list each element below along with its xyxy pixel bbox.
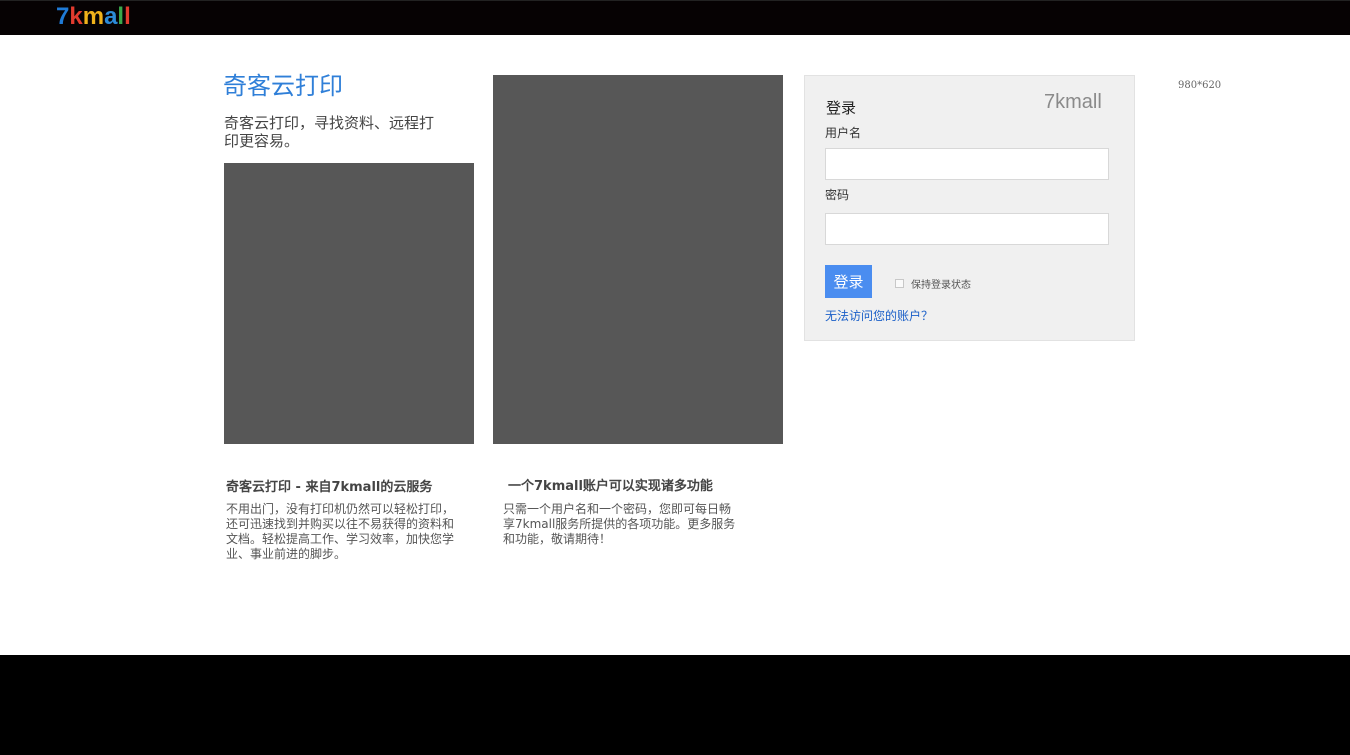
username-input[interactable] <box>825 148 1109 180</box>
password-input[interactable] <box>825 213 1109 245</box>
feature-title: 奇客云打印 - 来自7kmall的云服务 <box>226 480 433 495</box>
logo-char: k <box>69 3 83 30</box>
top-bar: 7kmall <box>0 0 1350 35</box>
logo-char: l <box>117 3 125 30</box>
logo-char: 7 <box>56 3 70 30</box>
feature-description: 只需一个用户名和一个密码，您即可每日畅享7kmall服务所提供的各项功能。更多服… <box>503 502 736 546</box>
size-note: 980*620 <box>1178 80 1222 91</box>
logo-char: l <box>124 3 131 30</box>
password-label: 密码 <box>825 188 850 202</box>
feature-description: 不用出门，没有打印机仍然可以轻松打印，还可迅速找到并购买以往不易获得的资料和文档… <box>226 502 455 561</box>
page-title: 奇客云打印 <box>223 72 343 100</box>
login-button[interactable]: 登录 <box>825 265 872 298</box>
remember-me[interactable]: 保持登录状态 <box>895 276 971 291</box>
site-logo[interactable]: 7kmall <box>56 3 131 31</box>
feature-image-placeholder <box>224 163 474 444</box>
logo-char: m <box>82 3 105 30</box>
login-brand: 7kmall <box>1044 91 1102 113</box>
logo-char: a <box>104 3 118 30</box>
login-panel: 登录 7kmall 用户名 密码 登录 保持登录状态 无法访问您的账户？ <box>804 75 1135 341</box>
feature-image-placeholder <box>493 75 783 444</box>
footer-bar <box>0 655 1350 755</box>
remember-me-label: 保持登录状态 <box>911 280 971 291</box>
forgot-account-link[interactable]: 无法访问您的账户？ <box>825 307 933 324</box>
page-subtitle: 奇客云打印，寻找资料、远程打印更容易。 <box>224 114 435 150</box>
login-title: 登录 <box>826 99 857 117</box>
username-label: 用户名 <box>825 126 862 140</box>
remember-me-checkbox[interactable] <box>895 279 904 288</box>
feature-title: 一个7kmall账户可以实现诸多功能 <box>508 479 713 494</box>
